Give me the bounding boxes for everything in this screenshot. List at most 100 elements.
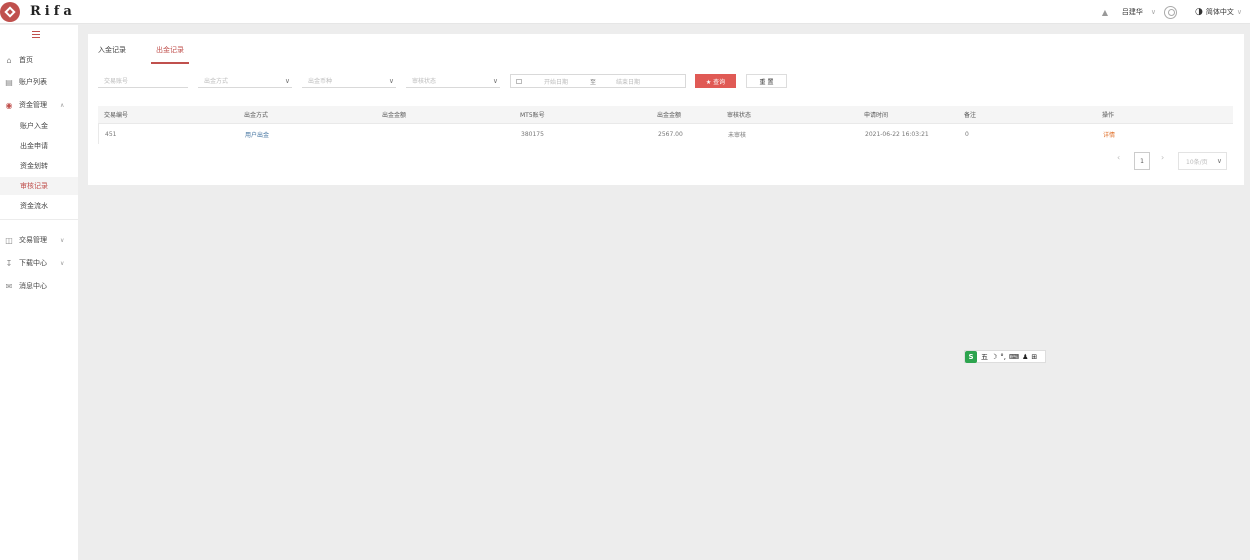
sidebar-item-trading[interactable]: ◫ 交易管理 ∨ <box>0 232 78 248</box>
home-icon: ⌂ <box>6 55 12 65</box>
next-page-icon[interactable]: › <box>1161 153 1164 162</box>
account-input-placeholder: 交易账号 <box>104 78 129 85</box>
sidebar-item-label: 资金管理 <box>19 101 47 109</box>
ime-logo-icon[interactable]: S <box>965 350 977 363</box>
date-range-picker[interactable]: 开始日期 至 结束日期 <box>510 74 686 88</box>
sidebar-subitem-label: 审核记录 <box>20 182 48 190</box>
mail-icon: ✉ <box>5 281 13 291</box>
list-icon: ▤ <box>5 77 13 87</box>
chevron-down-icon: ∨ <box>492 76 498 85</box>
cell-trade-id: 451 <box>105 130 117 138</box>
tab-deposit-records[interactable]: 入金记录 <box>98 45 126 55</box>
sidebar-item-label: 消息中心 <box>19 282 47 290</box>
column-header: 出金金额 <box>382 112 407 119</box>
currency-select[interactable]: 出金币种 ∨ <box>302 74 396 88</box>
cell-status: 未审核 <box>728 131 747 139</box>
top-bar: Rifa ▲ 吕建华 ∨ ◑ 简体中文 ∨ <box>0 0 1250 24</box>
column-header: 出金金额 <box>657 112 682 119</box>
chevron-down-icon: ∨ <box>1216 157 1222 165</box>
sidebar-item-home[interactable]: ⌂ 首页 <box>0 52 78 68</box>
column-header: 交易编号 <box>104 112 129 119</box>
chevron-up-icon: ∧ <box>60 101 65 109</box>
avatar-icon[interactable] <box>1164 5 1178 19</box>
cell-apply-time: 2021-06-22 16:03:21 <box>865 130 929 138</box>
sidebar-subitem-label: 资金划转 <box>20 162 48 170</box>
sidebar-item-label: 首页 <box>19 56 33 64</box>
search-button[interactable]: ★ 查询 <box>695 74 736 88</box>
sidebar-subitem-withdraw-apply[interactable]: 出金申请 <box>0 137 78 155</box>
sidebar-item-label: 交易管理 <box>19 236 47 244</box>
logo[interactable]: Rifa <box>0 1 76 22</box>
sidebar-item-messages[interactable]: ✉ 消息中心 <box>0 278 78 294</box>
sidebar-subitem-audit-records[interactable]: 审核记录 <box>0 177 78 195</box>
logo-icon <box>0 1 20 22</box>
ime-mode-icon[interactable]: 五 <box>981 352 988 362</box>
chevron-down-icon: ∨ <box>388 76 394 85</box>
active-tab-indicator <box>151 62 189 64</box>
ime-user-icon[interactable]: ♟ <box>1022 353 1028 361</box>
menu-toggle-icon[interactable] <box>32 31 40 38</box>
date-separator: 至 <box>590 78 597 86</box>
ime-toolbar[interactable]: S 五 ☽ °, ⌨ ♟ ⊞ <box>964 350 1046 363</box>
sidebar-item-accounts[interactable]: ▤ 账户列表 <box>0 74 78 90</box>
withdraw-method-placeholder: 出金方式 <box>204 78 229 85</box>
end-date-input[interactable]: 结束日期 <box>616 77 640 86</box>
status-placeholder: 审核状态 <box>412 78 437 85</box>
sidebar-divider <box>0 219 78 220</box>
prev-page-icon[interactable]: ‹ <box>1117 153 1120 162</box>
ime-keyboard-icon[interactable]: ⌨ <box>1009 353 1019 361</box>
sidebar-subitem-label: 账户入金 <box>20 122 48 130</box>
currency-placeholder: 出金币种 <box>308 78 333 85</box>
sidebar-item-downloads[interactable]: ↧ 下载中心 ∨ <box>0 255 78 271</box>
sidebar-subitem-transfer[interactable]: 资金划转 <box>0 157 78 175</box>
column-header: MT5账号 <box>520 112 545 119</box>
page-size-select[interactable]: 10条/页 ∨ <box>1178 152 1227 170</box>
column-header: 操作 <box>1102 112 1115 119</box>
status-select[interactable]: 审核状态 ∨ <box>406 74 500 88</box>
chevron-down-icon: ∨ <box>60 259 65 267</box>
table-header: 交易编号 出金方式 出金金额 MT5账号 出金金额 审核状态 申请时间 备注 操… <box>98 106 1233 124</box>
sidebar: ⌂ 首页 ▤ 账户列表 ◉ 资金管理 ∧ 账户入金 出金申请 资金划转 审核记录… <box>0 25 78 560</box>
language-chevron-icon[interactable]: ∨ <box>1237 8 1242 16</box>
bell-icon[interactable]: ▲ <box>1098 8 1112 17</box>
user-name[interactable]: 吕建华 <box>1122 7 1143 17</box>
details-link[interactable]: 详情 <box>1103 124 1115 144</box>
sidebar-item-funds[interactable]: ◉ 资金管理 ∧ <box>0 97 78 113</box>
column-header: 出金方式 <box>244 112 269 119</box>
tab-withdraw-records[interactable]: 出金记录 <box>156 45 184 55</box>
cell-withdraw-method[interactable]: 用户出金 <box>245 124 269 144</box>
table-row: 451 用户出金 380175 2567.00 未审核 2021-06-22 1… <box>98 124 1233 144</box>
start-date-input[interactable]: 开始日期 <box>544 77 568 86</box>
language-selector[interactable]: 简体中文 <box>1206 7 1234 17</box>
ime-moon-icon[interactable]: ☽ <box>991 353 997 361</box>
ime-punctuation-icon[interactable]: °, <box>1000 353 1006 361</box>
sidebar-subitem-label: 资金流水 <box>20 202 48 210</box>
page-number-current[interactable]: 1 <box>1134 152 1150 170</box>
account-input[interactable]: 交易账号 <box>98 74 188 88</box>
column-header: 备注 <box>964 112 977 119</box>
cell-withdraw-amount: 2567.00 <box>658 130 683 138</box>
withdraw-method-select[interactable]: 出金方式 ∨ <box>198 74 292 88</box>
reset-button[interactable]: 重 置 <box>746 74 787 88</box>
ime-grid-icon[interactable]: ⊞ <box>1031 353 1037 361</box>
sidebar-item-label: 下载中心 <box>19 259 47 267</box>
sidebar-subitem-label: 出金申请 <box>20 142 48 150</box>
sidebar-item-label: 账户列表 <box>19 78 47 86</box>
page-size-label: 10条/页 <box>1186 158 1208 166</box>
chevron-down-icon[interactable]: ∨ <box>1151 8 1156 16</box>
calendar-icon <box>516 78 522 84</box>
sidebar-subitem-deposit[interactable]: 账户入金 <box>0 117 78 135</box>
top-right-controls: ▲ 吕建华 ∨ ◑ 简体中文 ∨ <box>1098 0 1250 24</box>
cell-remark: 0 <box>965 130 969 138</box>
chevron-down-icon: ∨ <box>284 76 290 85</box>
sidebar-subitem-fund-flow[interactable]: 资金流水 <box>0 197 78 215</box>
records-card: 入金记录 出金记录 交易账号 出金方式 ∨ 出金币种 ∨ 审核状态 ∨ 开始日期… <box>88 34 1244 185</box>
chevron-down-icon: ∨ <box>60 236 65 244</box>
cell-mt5-account: 380175 <box>521 130 544 138</box>
column-header: 审核状态 <box>727 112 752 119</box>
chart-icon: ◫ <box>5 235 13 245</box>
globe-icon[interactable]: ◑ <box>1195 7 1203 17</box>
logo-text: Rifa <box>30 4 76 19</box>
money-icon: ◉ <box>5 100 13 110</box>
download-icon: ↧ <box>5 258 13 268</box>
